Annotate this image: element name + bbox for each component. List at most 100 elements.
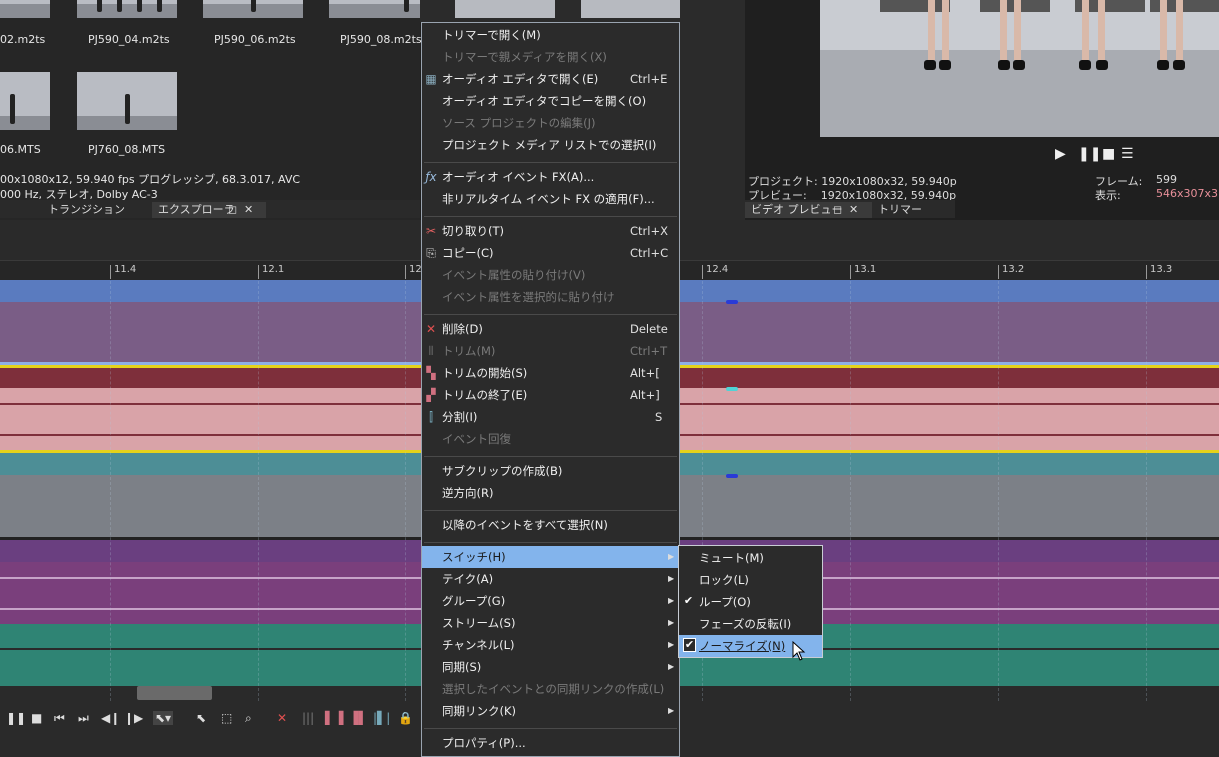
menu-item-cut[interactable]: ✂ 切り取り(T) Ctrl+X [422,220,679,242]
menu-item-channels[interactable]: チャンネル(L) ▶ [422,634,679,656]
file-name[interactable]: PJ590_08.m2ts [340,33,422,46]
maximize-icon[interactable]: ◻ [228,202,237,218]
submenu-arrow-icon: ▶ [668,662,675,671]
lock-icon[interactable]: 🔒 [398,711,413,725]
menu-item-label: 削除(D) [442,322,483,336]
media-info-line: 00x1080x12, 59.940 fps プログレッシブ, 68.3.017… [0,173,301,186]
menu-item-label: オーディオ イベント FX(A)... [442,170,595,184]
trim-start-icon[interactable]: ▌▐ [325,711,343,725]
tab-video-preview[interactable]: ビデオ プレビュー ◻ ✕ [745,202,872,218]
stop-icon[interactable]: ■ [1102,146,1115,162]
submenu-item-lock[interactable]: ロック(L) [679,569,822,591]
menu-item-select-in-media-list[interactable]: プロジェクト メディア リストでの選択(I) [422,134,679,156]
menu-icon[interactable]: ☰ [1121,146,1134,162]
stop-icon[interactable]: ■ [31,711,42,725]
thumbnail[interactable] [329,0,429,18]
menu-item-stream[interactable]: ストリーム(S) ▶ [422,612,679,634]
fx-icon: ƒx [425,170,437,184]
menu-item-takes[interactable]: テイク(A) ▶ [422,568,679,590]
menu-item-edit-source-project[interactable]: ソース プロジェクトの編集(J) [422,112,679,134]
menu-item-trim[interactable]: ⦀ トリム(M) Ctrl+T [422,340,679,362]
menu-item-trim-end[interactable]: ▞ トリムの終了(E) Alt+] [422,384,679,406]
menu-item-switches[interactable]: スイッチ(H) ▶ [422,546,679,568]
menu-item-open-parent-in-trimmer[interactable]: トリマーで親メディアを開く(X) [422,46,679,68]
close-icon[interactable]: ✕ [849,202,858,218]
menu-item-sync[interactable]: 同期(S) ▶ [422,656,679,678]
file-name[interactable]: PJ590_06.m2ts [214,33,296,46]
trim-end-icon[interactable]: ▐▌ [349,711,367,725]
menu-item-label: オーディオ エディタで開く(E) [442,72,599,86]
pause-icon[interactable]: ❚❚ [1078,146,1101,162]
thumbnail[interactable] [0,0,50,18]
menu-item-selectively-paste-attributes[interactable]: イベント属性を選択的に貼り付け [422,286,679,308]
tab-transition[interactable]: トランジション [42,202,131,218]
menu-item-group[interactable]: グループ(G) ▶ [422,590,679,612]
tab-explorer[interactable]: エクスプローラ ◻ ✕ [152,202,266,218]
menu-item-create-sync-link[interactable]: 選択したイベントとの同期リンクの作成(L) [422,678,679,700]
submenu-arrow-icon: ▶ [668,706,675,715]
thumbnail[interactable] [0,72,50,130]
prev-frame-icon[interactable]: ◀❙ [101,711,120,725]
timeline-scrollbar[interactable] [137,686,212,700]
menu-item-copy[interactable]: ⎘ コピー(C) Ctrl+C [422,242,679,264]
play-icon[interactable]: ▶ [1055,146,1066,162]
trim-icon[interactable]: ||| [302,711,314,725]
menu-item-select-following-events[interactable]: 以降のイベントをすべて選択(N) [422,514,679,536]
frame-value: 599 [1156,173,1177,186]
zoom-tool-icon[interactable]: ⌕ [245,711,252,726]
event-marker[interactable] [726,387,738,391]
menu-item-split[interactable]: ⫿ 分割(I) S [422,406,679,428]
submenu-item-mute[interactable]: ミュート(M) [679,547,822,569]
menu-shortcut: Alt+] [630,388,660,402]
menu-item-properties[interactable]: プロパティ(P)... [422,732,679,754]
menu-item-delete[interactable]: ✕ 削除(D) Delete [422,318,679,340]
submenu-item-invert-phase[interactable]: フェーズの反転(I) [679,613,822,635]
menu-item-open-copy-in-audio-editor[interactable]: オーディオ エディタでコピーを開く(O) [422,90,679,112]
thumbnail[interactable] [77,72,177,130]
thumbnail[interactable] [77,0,177,18]
maximize-icon[interactable]: ◻ [833,202,842,218]
menu-shortcut: Alt+[ [630,366,660,380]
go-end-icon[interactable]: ⏭ [78,711,89,726]
selection-tool-icon[interactable]: ⬚ [221,711,232,725]
event-marker[interactable] [726,300,738,304]
file-name[interactable]: 06.MTS [0,143,41,156]
menu-item-label: オーディオ エディタでコピーを開く(O) [442,94,647,108]
scissors-icon: ✂ [425,224,437,238]
edit-tool-icon[interactable]: ⬉▾ [153,711,174,725]
menu-item-label: 以降のイベントをすべて選択(N) [442,518,608,532]
file-name[interactable]: 02.m2ts [0,33,45,46]
menu-item-paste-event-attributes[interactable]: イベント属性の貼り付け(V) [422,264,679,286]
file-name[interactable]: PJ590_04.m2ts [88,33,170,46]
menu-item-label: 選択したイベントとの同期リンクの作成(L) [442,682,665,696]
next-frame-icon[interactable]: ❙▶ [124,711,143,725]
menu-item-restore-event[interactable]: イベント回復 [422,428,679,450]
envelope-tool-icon[interactable]: ⬉ [196,711,206,725]
menu-item-open-in-trimmer[interactable]: トリマーで開く(M) [422,24,679,46]
separator-panel [680,0,745,220]
go-start-icon[interactable]: ⏮ [54,711,65,726]
ruler-label: 12 [409,264,422,275]
menu-shortcut: Ctrl+X [630,224,668,238]
menu-item-label: チャンネル(L) [442,638,515,652]
menu-item-open-in-audio-editor[interactable]: ▦ オーディオ エディタで開く(E) Ctrl+E [422,68,679,90]
tab-trimmer[interactable]: トリマー [872,202,928,218]
menu-item-audio-event-fx[interactable]: ƒx オーディオ イベント FX(A)... [422,166,679,188]
delete-icon[interactable]: ✕ [277,711,287,725]
menu-item-create-subclip[interactable]: サブクリップの作成(B) [422,460,679,482]
menu-item-sync-link[interactable]: 同期リンク(K) ▶ [422,700,679,722]
pause-icon[interactable]: ❚❚ [6,711,26,725]
event-marker[interactable] [726,474,738,478]
file-name[interactable]: PJ760_08.MTS [88,143,165,156]
menu-item-reverse[interactable]: 逆方向(R) [422,482,679,504]
menu-item-label: 同期リンク(K) [442,704,517,718]
menu-item-trim-start[interactable]: ▚ トリムの開始(S) Alt+[ [422,362,679,384]
audio-editor-icon: ▦ [425,72,437,86]
close-icon[interactable]: ✕ [244,202,253,218]
thumbnail[interactable] [203,0,303,18]
copy-icon: ⎘ [426,246,436,260]
split-icon[interactable]: |▌| [373,711,390,725]
submenu-item-loop[interactable]: ✔ ループ(O) [679,591,822,613]
menu-item-apply-non-realtime-fx[interactable]: 非リアルタイム イベント FX の適用(F)... [422,188,679,210]
checkmark-icon: ✔ [683,594,694,607]
